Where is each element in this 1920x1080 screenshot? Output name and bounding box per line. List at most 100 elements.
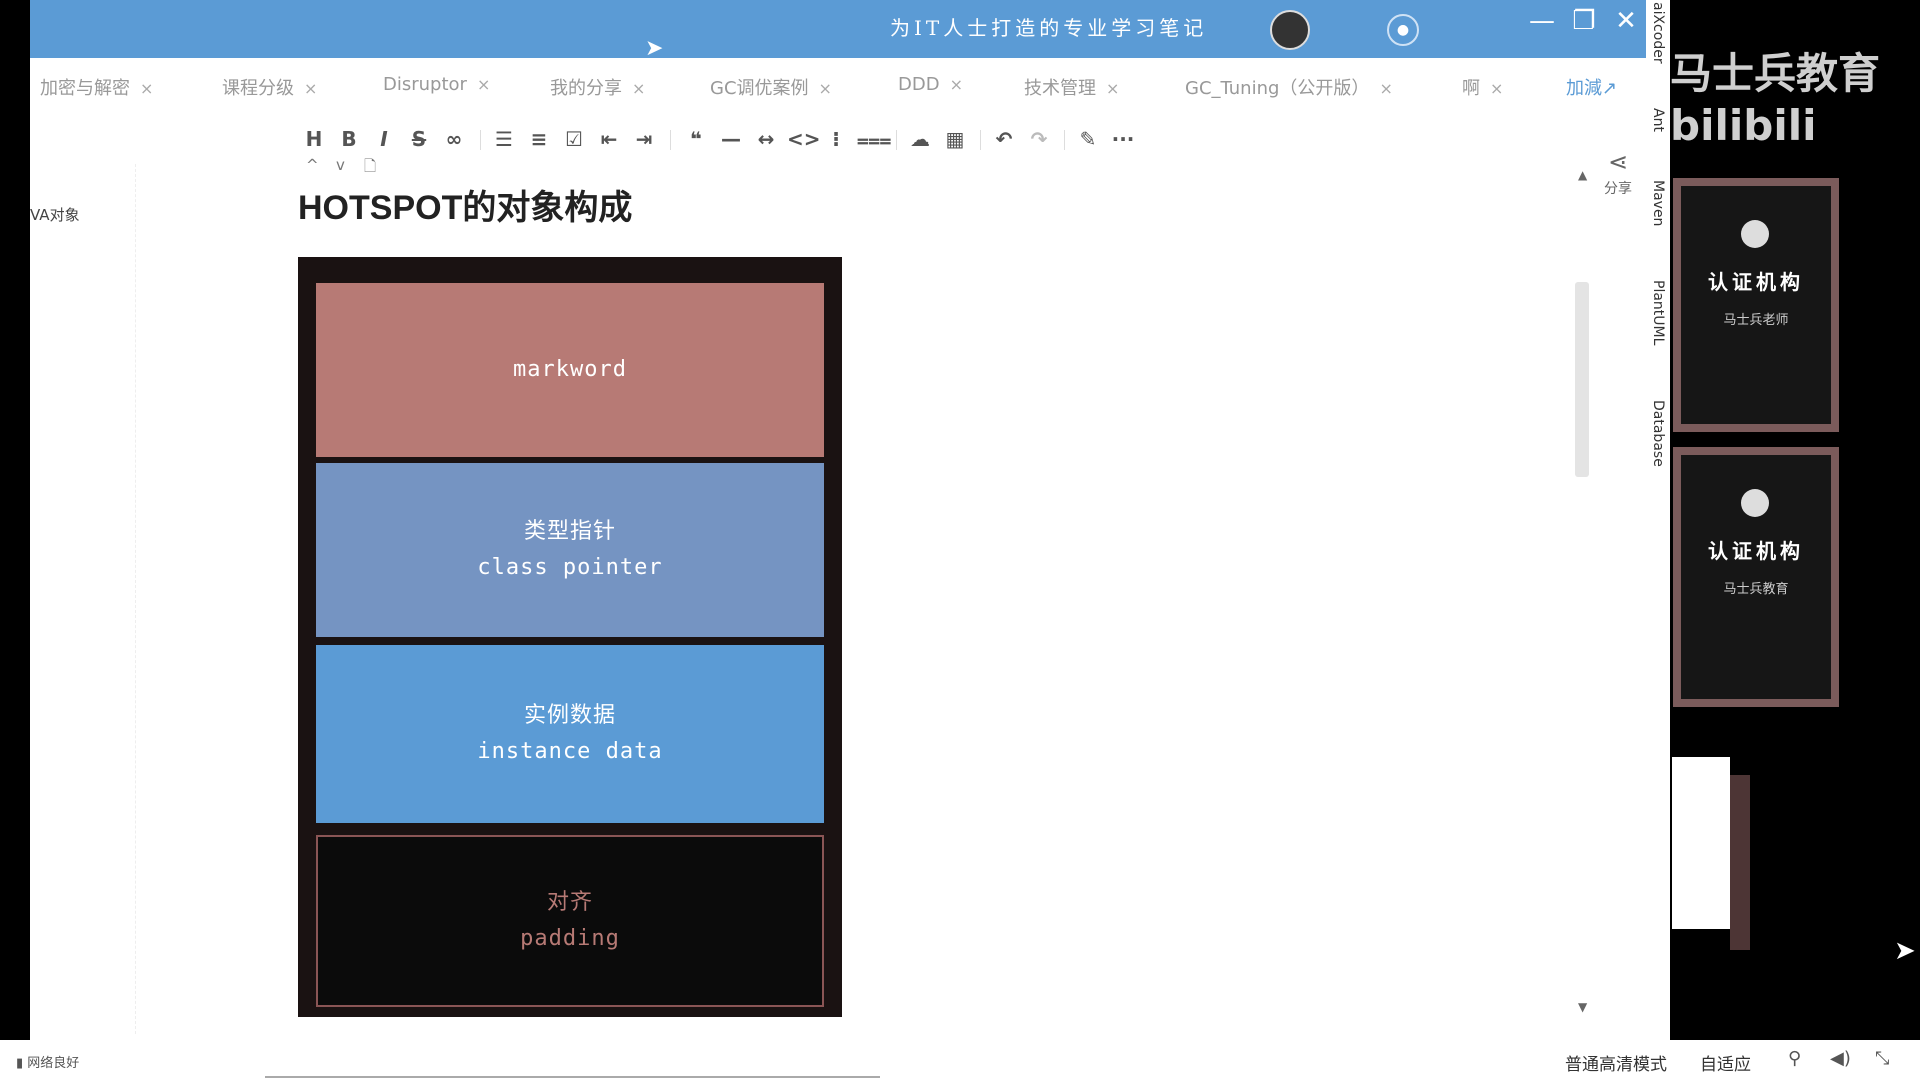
tab-gc-cases[interactable]: GC调优案例 × [710,74,832,100]
wrap-button[interactable]: ⩶ [857,126,891,152]
padding-block: 对齐 padding [316,835,824,1007]
tab-my-share[interactable]: 我的分享 × [550,74,645,100]
align-button[interactable]: ⁝ [822,126,850,152]
close-tab-icon[interactable]: × [304,79,317,98]
tab-more[interactable]: 加減↗ [1566,74,1617,100]
minimize-button[interactable]: — [1522,6,1562,40]
tab-label: 啊 [1462,78,1480,99]
document-icon[interactable]: 🗋 [364,156,376,181]
pin-icon[interactable]: ⚲ [1788,1048,1801,1069]
quote-button[interactable]: ❝ [682,126,710,152]
tab-ddd[interactable]: DDD × [898,74,963,95]
app-window: 为IT人士打造的专业学习笔记 ● — ❐ ✕ 加密与解密 × 课程分级 × Disr… [30,0,1646,1040]
tab-label: 技术管理 [1024,78,1096,99]
close-tab-icon[interactable]: × [1490,79,1503,98]
mouse-cursor-icon: ➤ [645,36,664,61]
tab-label: 加密与解密 [40,78,130,99]
tab-a[interactable]: 啊 × [1462,74,1503,100]
toolbar-divider [480,130,481,150]
bullet-list-button[interactable]: ☰ [490,126,518,152]
outline-panel: VA对象 [30,164,136,1034]
close-tab-icon[interactable]: × [950,75,963,94]
code-block-button[interactable]: <> [787,126,821,152]
undo-button[interactable]: ↶ [990,126,1018,152]
instance-data-en-label: instance data [477,739,663,764]
share-label[interactable]: 分享 [1604,178,1632,198]
toolbar-divider [980,130,981,150]
instance-data-cn-label: 实例数据 [523,703,616,728]
link-button[interactable]: ∞ [440,126,468,152]
network-status-label: 网络良好 [27,1056,80,1071]
tab-tech-management[interactable]: 技术管理 × [1024,74,1119,100]
markword-label: markword [513,357,627,382]
scroll-up-icon[interactable]: ▲ [1578,168,1587,182]
plugin-ant[interactable]: Ant [1650,108,1666,132]
tab-bar: 加密与解密 × 课程分级 × Disruptor × 我的分享 × GC调优案例 × DD… [30,58,1646,113]
document-heading: HOTSPOT的对象构成 [298,189,633,227]
italic-button[interactable]: I [370,126,398,152]
tab-label: 我的分享 [550,78,622,99]
certificate-card: 认证机构 马士兵老师 [1673,178,1839,432]
tab-gc-tuning[interactable]: GC_Tuning（公开版） × [1185,74,1393,100]
outdent-button[interactable]: ⇤ [595,126,623,152]
plugin-aixcoder[interactable]: aiXcoder [1650,2,1666,64]
class-pointer-block: 类型指针 class pointer [316,463,824,637]
quality-button[interactable]: 普通高清模式 [1565,1050,1667,1075]
close-tab-icon[interactable]: × [1106,79,1119,98]
editor-toolbar: H B I S ∞ ☰ ≡ ☑ ⇤ ⇥ ❝ — ↔ <> ⁝ ⩶ ☁ ▦ ↶ ↷… [30,112,1646,175]
checklist-button[interactable]: ☑ [560,126,588,152]
tab-label: Disruptor [383,74,467,95]
code-inline-button[interactable]: ↔ [752,126,780,152]
certificate-subtitle: 马士兵教育 [1723,582,1789,597]
tab-label: 加減↗ [1566,78,1618,99]
card-frame [1730,775,1750,950]
upload-icon[interactable]: ☁ [906,126,934,152]
tab-label: DDD [898,74,940,95]
close-button[interactable]: ✕ [1606,6,1646,40]
heading-button[interactable]: H [300,126,328,152]
outline-item[interactable]: VA对象 [30,204,80,225]
table-icon[interactable]: ▦ [941,126,969,152]
close-tab-icon[interactable]: × [140,79,153,98]
progress-line [265,1076,880,1078]
more-options-icon[interactable]: ··· [1109,126,1137,152]
mouse-cursor-icon: ➤ [1894,936,1916,966]
signal-icon: ▮ [16,1056,28,1071]
maximize-button[interactable]: ❐ [1564,6,1604,40]
plugin-maven[interactable]: Maven [1650,180,1666,226]
class-pointer-en-label: class pointer [477,555,663,580]
bold-button[interactable]: B [335,126,363,152]
class-pointer-cn-label: 类型指针 [523,519,616,544]
close-tab-icon[interactable]: × [632,79,645,98]
player-bottom-bar: ▮ 网络良好 普通高清模式 自适应 ⚲ ◀) ⤡ [0,1040,1920,1080]
plugin-plantuml[interactable]: PlantUML [1650,280,1666,345]
tab-disruptor[interactable]: Disruptor × [383,74,490,95]
expand-down-icon[interactable]: v [336,156,345,174]
certificate-title: 认证机构 [1708,270,1804,294]
close-tab-icon[interactable]: × [1379,79,1392,98]
pen-icon[interactable]: ✎ [1074,126,1102,152]
certificate-logo-icon [1741,220,1769,248]
settings-icon[interactable]: ● [1387,14,1419,46]
close-tab-icon[interactable]: × [477,75,490,94]
tab-course-levels[interactable]: 课程分级 × [222,74,317,100]
close-tab-icon[interactable]: × [819,79,832,98]
plugin-database[interactable]: Database [1650,400,1666,467]
padding-en-label: padding [520,926,620,951]
redo-button[interactable]: ↷ [1025,126,1053,152]
fullscreen-exit-icon[interactable]: ⤡ [1875,1048,1889,1069]
vertical-scrollbar[interactable] [1575,282,1589,477]
volume-icon[interactable]: ◀) [1830,1048,1851,1069]
strikethrough-button[interactable]: S [405,126,433,152]
tab-encryption[interactable]: 加密与解密 × [40,74,153,100]
horizontal-rule-button[interactable]: — [717,126,745,152]
user-avatar[interactable] [1270,10,1310,50]
share-icon[interactable]: ⋖ [1608,148,1628,176]
tab-label: GC_Tuning（公开版） [1185,78,1370,99]
collapse-up-icon[interactable]: ^ [306,156,319,174]
indent-button[interactable]: ⇥ [630,126,658,152]
numbered-list-button[interactable]: ≡ [525,126,553,152]
scroll-down-icon[interactable]: ▼ [1578,1000,1587,1014]
network-status: ▮ 网络良好 [16,1052,79,1071]
fit-button[interactable]: 自适应 [1700,1050,1751,1075]
